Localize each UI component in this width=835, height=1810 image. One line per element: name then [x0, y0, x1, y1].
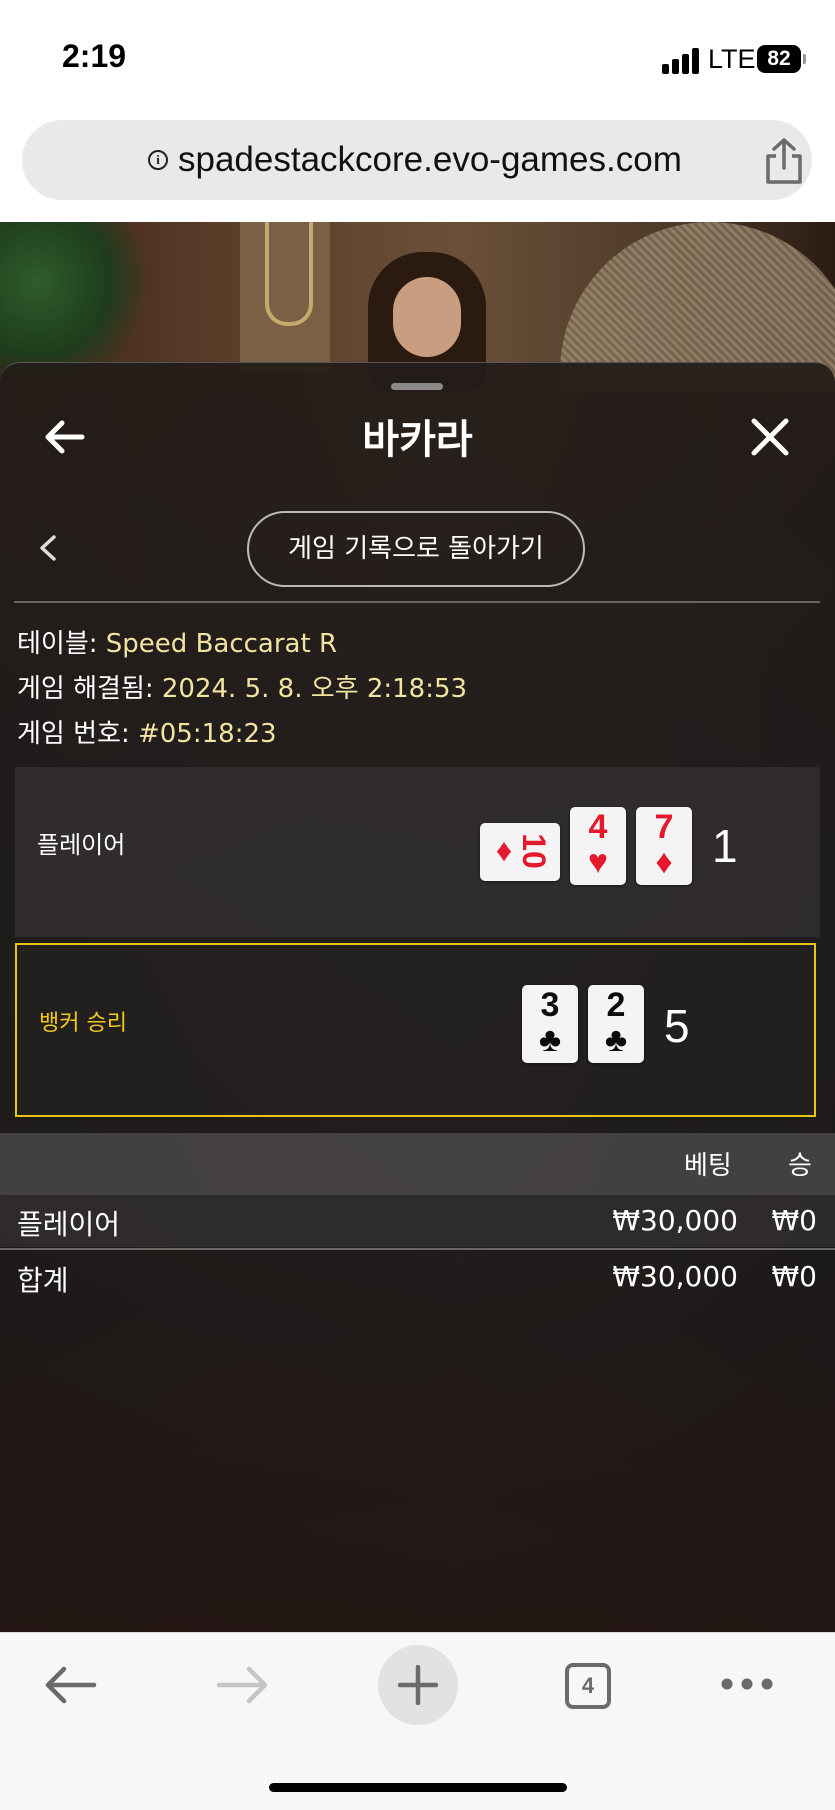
banker-card-2: 2 ♣ — [588, 985, 644, 1063]
tabs-button[interactable]: 4 — [565, 1663, 611, 1709]
resolved-value: 2024. 5. 8. 오후 2:18:53 — [161, 674, 468, 704]
network-type: LTE — [708, 44, 756, 74]
new-tab-button[interactable] — [378, 1645, 458, 1725]
new-tab-plus-icon — [398, 1665, 438, 1705]
home-indicator[interactable] — [269, 1783, 567, 1792]
card-rank: 2 — [606, 986, 626, 1024]
player-card-2: 4 ♥ — [570, 807, 626, 885]
chevron-left-icon[interactable] — [36, 533, 60, 563]
close-icon[interactable] — [750, 417, 790, 457]
divider — [14, 601, 820, 603]
card-suit: ♣ — [538, 1021, 562, 1059]
bet-column-header: 베팅 — [684, 1151, 732, 1181]
banker-hand-row: 뱅커 승리 3 ♣ 2 ♣ 5 — [15, 943, 816, 1117]
total-label: 합계 — [17, 1264, 69, 1297]
total-row: 합계 ₩30,000 ₩0 — [0, 1251, 835, 1303]
player-hand-row: 플레이어 ♦ 10 4 ♥ 7 ♦ 1 — [15, 767, 820, 937]
banker-win-label: 뱅커 승리 — [39, 1011, 127, 1036]
game-history-panel: 바카라 게임 기록으로 돌아가기 테이블: Speed Baccarat R 게… — [0, 362, 835, 1633]
player-card-3: 7 ♦ — [636, 807, 692, 885]
resolved-label: 게임 해결됨: — [17, 674, 162, 704]
player-label: 플레이어 — [37, 831, 126, 859]
banker-score: 5 — [664, 1000, 690, 1052]
bet-row-label: 플레이어 — [17, 1208, 121, 1241]
table-row: 플레이어 ₩30,000 ₩0 — [0, 1195, 835, 1247]
win-column-header: 승 — [788, 1151, 812, 1181]
card-suit: ♥ — [587, 843, 609, 881]
browser-address-area: i spadestackcore.evo-games.com — [0, 110, 835, 222]
drag-handle[interactable] — [391, 383, 443, 390]
table-info: 테이블: Speed Baccarat R — [17, 623, 337, 660]
total-bet-amount: ₩30,000 — [612, 1260, 738, 1293]
card-rank: 10 — [516, 833, 552, 869]
battery-icon: 82 — [757, 45, 806, 73]
address-bar[interactable]: i spadestackcore.evo-games.com — [22, 120, 812, 200]
card-suit: ♣ — [604, 1021, 628, 1059]
table-label: 테이블: — [17, 629, 106, 659]
plant-decoration — [0, 222, 170, 372]
card-rank: 3 — [540, 986, 560, 1024]
url-text[interactable]: spadestackcore.evo-games.com — [178, 140, 682, 180]
game-number-info: 게임 번호: #05:18:23 — [17, 713, 277, 750]
nav-forward-icon[interactable] — [215, 1663, 271, 1707]
status-time: 2:19 — [62, 38, 127, 74]
share-icon[interactable] — [760, 136, 808, 186]
status-bar: 2:19 LTE 82 — [0, 0, 835, 110]
card-rank: 4 — [588, 808, 608, 846]
info-icon[interactable]: i — [148, 150, 168, 170]
game-number-value: #05:18:23 — [137, 719, 277, 749]
game-number-label: 게임 번호: — [17, 719, 138, 749]
bet-amount: ₩30,000 — [612, 1204, 738, 1237]
back-to-history-button[interactable]: 게임 기록으로 돌아가기 — [247, 511, 585, 587]
card-suit: ♦ — [655, 843, 673, 881]
win-amount: ₩0 — [771, 1204, 818, 1237]
nav-back-icon[interactable] — [42, 1663, 98, 1707]
browser-toolbar: 4 — [0, 1632, 835, 1810]
signal-icon — [662, 46, 702, 74]
pillar-decoration — [240, 222, 330, 372]
player-card-1: ♦ 10 — [480, 823, 560, 881]
panel-title: 바카라 — [362, 417, 473, 463]
table-value: Speed Baccarat R — [105, 629, 338, 659]
dealer-face — [393, 277, 461, 357]
bets-table-header: 베팅 승 — [0, 1133, 835, 1195]
divider — [0, 1248, 835, 1250]
card-rank: 7 — [654, 808, 674, 846]
player-score: 1 — [712, 820, 738, 872]
total-win-amount: ₩0 — [771, 1260, 818, 1293]
resolved-info: 게임 해결됨: 2024. 5. 8. 오후 2:18:53 — [17, 668, 467, 705]
banker-card-1: 3 ♣ — [522, 985, 578, 1063]
more-icon[interactable] — [720, 1677, 774, 1691]
